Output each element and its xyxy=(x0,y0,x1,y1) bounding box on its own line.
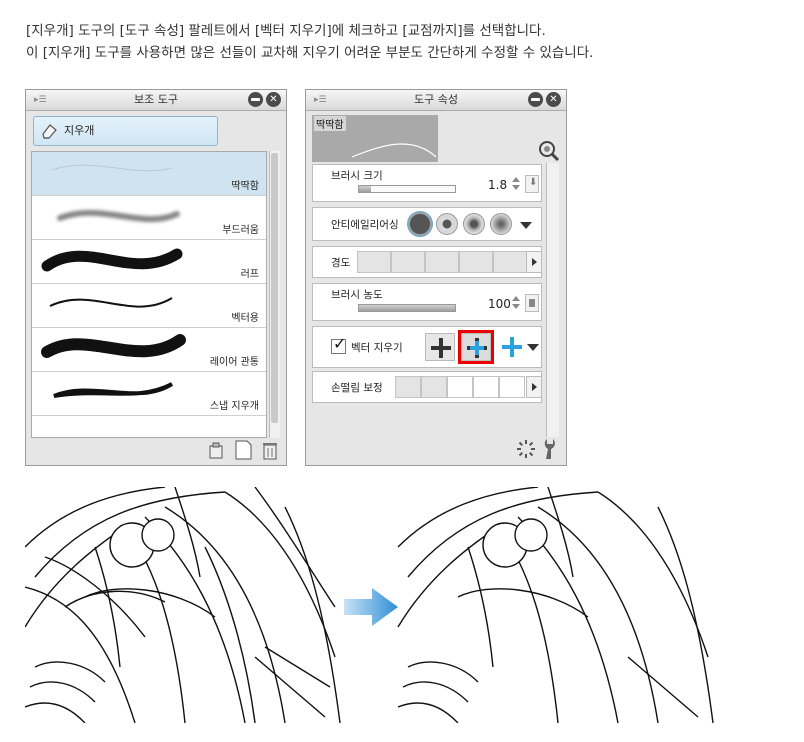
intro-line-1: [지우개] 도구의 [도구 속성] 팔레트에서 [벡터 지우기]에 체크하고 [… xyxy=(26,23,546,39)
list-item-label: 레이어 관통 xyxy=(209,357,259,368)
list-item-label: 딱딱함 xyxy=(231,181,259,192)
brush-size-pressure-button[interactable]: ⬇ xyxy=(525,175,539,193)
sub-tool-panel: ▸☰ 보조 도구 ✕ 지우개 딱딱함 부드러움 러프 벡터용 레이어 관통 스냅… xyxy=(25,89,287,466)
list-item[interactable]: 레이어 관통 xyxy=(32,328,266,372)
brush-size-value[interactable]: 1.8 xyxy=(488,178,507,192)
settings-magnifier-icon[interactable] xyxy=(538,140,560,162)
sub-tool-footer xyxy=(204,440,280,462)
brush-preview: 딱딱함 xyxy=(312,115,438,162)
tool-group-label: 지우개 xyxy=(64,124,95,137)
hardness-expand-icon[interactable] xyxy=(526,251,542,273)
list-item-label: 부드러움 xyxy=(222,225,259,236)
preview-label: 딱딱함 xyxy=(314,116,346,131)
stabilization-cell[interactable] xyxy=(421,376,447,398)
intro-text: [지우개] 도구의 [도구 속성] 팔레트에서 [벡터 지우기]에 체크하고 [… xyxy=(26,20,593,64)
copy-sub-tool-icon[interactable] xyxy=(206,440,226,460)
vector-erase-row: ✓ 벡터 지우기 xyxy=(312,326,542,368)
brush-density-row: 브러시 농도 100 xyxy=(312,283,542,321)
list-item[interactable]: 딱딱함 xyxy=(32,152,266,196)
antialias-weak-option[interactable] xyxy=(436,213,458,235)
hardness-cell[interactable] xyxy=(459,251,493,273)
vector-erase-label: 벡터 지우기 xyxy=(351,342,403,354)
cross-dark-icon xyxy=(431,338,451,358)
tool-property-scrollbar[interactable] xyxy=(546,163,559,437)
vector-erase-dropdown-icon[interactable] xyxy=(527,344,539,351)
tool-property-panel: ▸☰ 도구 속성 ✕ 딱딱함 브러시 크기 1.8 ⬇ 안티에일리어싱 경도 브… xyxy=(305,89,567,466)
list-item[interactable]: 부드러움 xyxy=(32,196,266,240)
brush-size-slider[interactable] xyxy=(358,185,456,193)
intro-line-2: 이 [지우개] 도구를 사용하면 많은 선들이 교차해 지우기 어려운 부분도 … xyxy=(26,45,594,61)
list-item-label: 스냅 지우개 xyxy=(209,401,259,412)
after-line-art xyxy=(397,486,714,724)
list-item[interactable]: 러프 xyxy=(32,240,266,284)
hardness-cell[interactable] xyxy=(425,251,459,273)
close-icon[interactable]: ✕ xyxy=(546,92,561,107)
antialias-row: 안티에일리어싱 xyxy=(312,207,542,241)
brush-size-label: 브러시 크기 xyxy=(331,170,383,182)
brush-density-value[interactable]: 100 xyxy=(488,297,511,311)
arrow-right-icon xyxy=(344,588,398,626)
list-item-label: 러프 xyxy=(240,269,259,280)
cross-intersection-icon xyxy=(467,338,487,358)
reset-icon[interactable] xyxy=(516,439,536,459)
antialias-none-option[interactable] xyxy=(407,211,433,237)
stabilization-cell[interactable] xyxy=(499,376,525,398)
cross-blue-icon xyxy=(502,337,522,357)
tool-group-tab-eraser[interactable]: 지우개 xyxy=(33,116,218,146)
hardness-cell[interactable] xyxy=(493,251,527,273)
brush-density-slider[interactable] xyxy=(358,304,456,312)
antialias-strong-option[interactable] xyxy=(490,213,512,235)
minimize-icon[interactable] xyxy=(248,92,263,107)
brush-size-spinner[interactable] xyxy=(512,176,520,192)
stabilization-cell[interactable] xyxy=(473,376,499,398)
grip-icon[interactable]: ▸☰ xyxy=(314,96,327,105)
brush-density-spinner[interactable] xyxy=(512,295,520,311)
vector-erase-checkbox[interactable]: ✓ xyxy=(331,334,346,354)
antialias-medium-option[interactable] xyxy=(463,213,485,235)
brush-density-label: 브러시 농도 xyxy=(331,289,383,301)
brush-density-pressure-button[interactable] xyxy=(525,294,539,312)
antialias-label: 안티에일리어싱 xyxy=(331,219,399,231)
minimize-icon[interactable] xyxy=(528,92,543,107)
erase-whole-line-button[interactable] xyxy=(497,333,527,361)
hardness-cell[interactable] xyxy=(357,251,391,273)
tool-property-title: 도구 속성 xyxy=(414,93,458,106)
stabilization-expand-icon[interactable] xyxy=(526,376,542,398)
hardness-cell[interactable] xyxy=(391,251,425,273)
erase-up-to-intersection-button[interactable] xyxy=(458,330,494,364)
trash-icon[interactable] xyxy=(260,440,280,460)
hardness-label: 경도 xyxy=(331,257,351,269)
sub-tool-list: 딱딱함 부드러움 러프 벡터용 레이어 관통 스냅 지우개 xyxy=(31,151,267,438)
sub-tool-title-bar[interactable]: ▸☰ 보조 도구 ✕ xyxy=(26,90,286,111)
hardness-row: 경도 xyxy=(312,246,542,278)
new-sub-tool-icon[interactable] xyxy=(233,440,253,460)
list-item[interactable]: 스냅 지우개 xyxy=(32,372,266,416)
brush-size-row: 브러시 크기 1.8 ⬇ xyxy=(312,164,542,202)
eraser-icon xyxy=(42,124,57,139)
close-icon[interactable]: ✕ xyxy=(266,92,281,107)
stabilization-cell[interactable] xyxy=(395,376,421,398)
list-item-label: 벡터용 xyxy=(231,313,259,324)
sub-tool-scrollbar[interactable] xyxy=(269,151,280,438)
stabilization-row: 손떨림 보정 xyxy=(312,371,542,403)
erase-touched-area-button[interactable] xyxy=(425,333,455,361)
antialias-dropdown-icon[interactable] xyxy=(520,222,532,229)
wrench-icon[interactable] xyxy=(540,438,560,460)
before-line-art xyxy=(24,486,341,724)
tool-property-title-bar[interactable]: ▸☰ 도구 속성 ✕ xyxy=(306,90,566,111)
brush-stroke-preview xyxy=(41,248,183,272)
stabilization-cell[interactable] xyxy=(447,376,473,398)
sub-tool-title: 보조 도구 xyxy=(134,93,178,106)
list-item[interactable]: 벡터용 xyxy=(32,284,266,328)
grip-icon[interactable]: ▸☰ xyxy=(34,96,47,105)
stabilization-label: 손떨림 보정 xyxy=(331,382,383,394)
